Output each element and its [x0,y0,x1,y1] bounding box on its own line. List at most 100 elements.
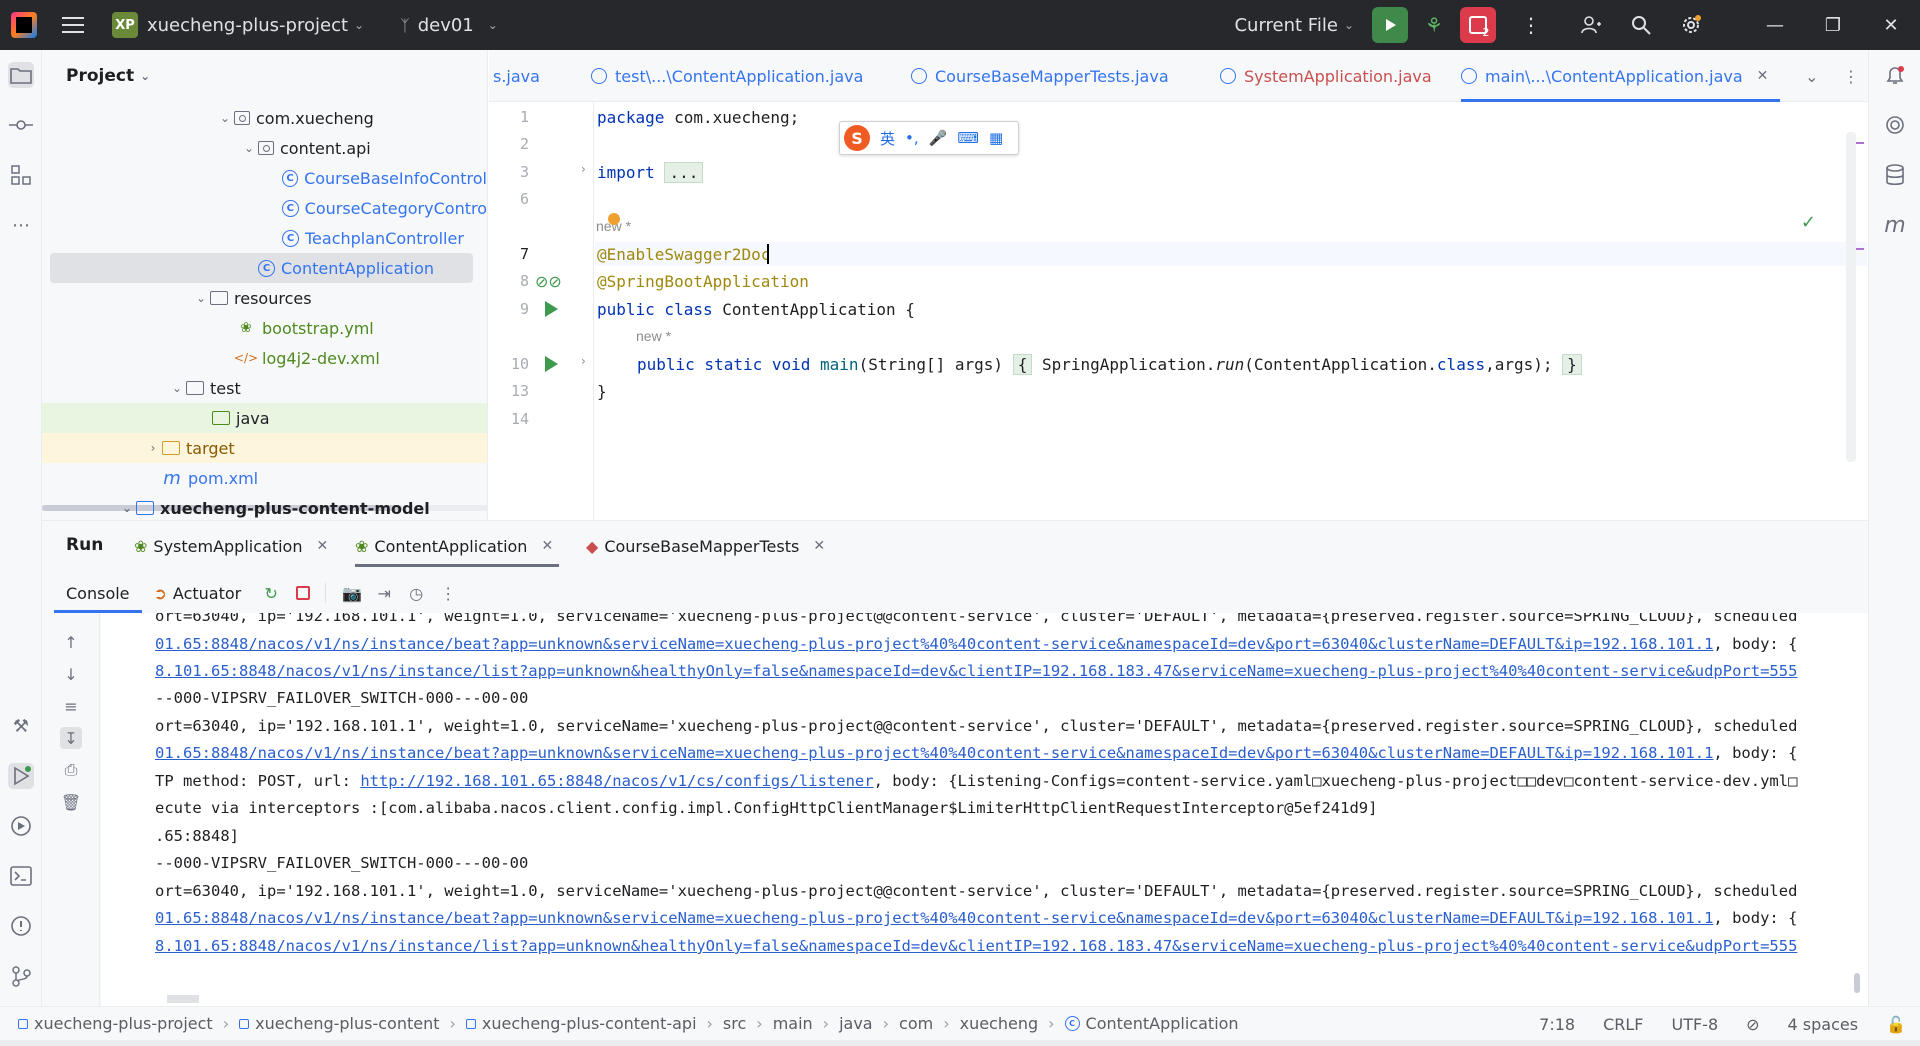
profiler-icon[interactable]: ◷ [402,579,430,607]
more-options-icon[interactable]: ⋮ [434,579,462,607]
expand-arrow-icon[interactable]: ⌄ [118,501,136,515]
close-tab-icon[interactable]: ✕ [541,538,553,554]
exit-icon[interactable]: ⇥ [370,579,398,607]
search-icon[interactable] [1616,0,1666,50]
tree-item-coursebaseinfocontroller[interactable]: C CourseBaseInfoControl [50,163,487,193]
lightbulb-icon[interactable] [608,213,620,225]
console-link[interactable]: 01.65:8848/nacos/v1/ns/instance/beat?app… [155,635,1713,653]
line-separator[interactable]: CRLF [1603,1015,1643,1034]
spring-bean-icon[interactable]: ⊘⊘ [535,272,562,291]
tree-item-log4j2-dev-xml[interactable]: </> log4j2-dev.xml [50,343,487,373]
tree-item-content-model[interactable]: ⌄ xuecheng-plus-content-model [50,493,487,520]
breadcrumb-item[interactable]: src [723,1014,746,1033]
tab-systemapplication[interactable]: SystemApplication.java [1220,50,1432,102]
project-panel-header[interactable]: Project ⌄ [66,66,150,86]
tree-item-bootstrap-yml[interactable]: ❀ bootstrap.yml [50,313,487,343]
run-class-icon[interactable] [545,301,558,317]
console-vertical-scrollbar[interactable] [1854,973,1860,993]
close-tab-icon[interactable]: ✕ [813,538,825,554]
camera-icon[interactable]: 📷 [338,579,366,607]
console-link[interactable]: http://192.168.101.65:8848/nacos/v1/cs/c… [360,772,873,790]
maven-icon[interactable]: m [1882,212,1908,238]
expand-arrow-icon[interactable]: ⌄ [192,291,210,305]
more-actions-icon[interactable]: ⋮ [1506,0,1556,50]
tree-item-content-api[interactable]: ⌄ content.api [50,133,487,163]
tree-item-pom-xml[interactable]: m pom.xml [50,463,487,493]
indent-setting[interactable]: 4 spaces [1788,1015,1859,1034]
breadcrumb-item[interactable]: xuecheng-plus-content [255,1014,439,1033]
ime-punctuation-toggle[interactable]: •, [905,129,919,147]
no-problems-check-icon[interactable]: ✓ [1801,212,1816,233]
stop-button[interactable]: 2 [1460,7,1496,43]
project-selector[interactable]: xuecheng-plus-project ⌄ [138,15,364,36]
tree-item-java[interactable]: java [42,403,487,433]
read-only-lock-icon[interactable]: 🔓 [1886,1015,1906,1034]
close-tab-icon[interactable]: ✕ [1757,68,1769,84]
minimize-button[interactable]: — [1746,0,1804,50]
run-tab-coursebasemappertests[interactable]: ◆ CourseBaseMapperTests ✕ [586,527,825,565]
apps-grid-icon[interactable]: ▦ [989,129,1003,147]
tree-item-com-xuecheng[interactable]: ⌄ com.xuecheng [50,103,487,133]
tab-actuator[interactable]: ➲ Actuator [142,573,254,613]
code-editor[interactable]: 1 2 3 6 7 8 9 10 13 14 › ⊘⊘ › package co… [489,102,1868,520]
close-window-button[interactable]: ✕ [1862,0,1920,50]
database-icon[interactable] [1882,162,1908,188]
ime-toolbar[interactable]: S 英 •, 🎤 ⌨ ▦ [839,121,1019,155]
debug-button[interactable]: ⚘ [1416,7,1452,43]
console-link[interactable]: 01.65:8848/nacos/v1/ns/instance/beat?app… [155,909,1713,927]
rerun-button[interactable] [1372,7,1408,43]
console-link[interactable]: 01.65:8848/nacos/v1/ns/instance/beat?app… [155,744,1713,762]
main-menu-icon[interactable] [62,17,84,33]
inlay-hint[interactable]: new * [636,328,671,344]
expand-arrow-icon[interactable]: ⌄ [216,111,234,125]
print-icon[interactable]: ⎙ [60,759,82,781]
maximize-button[interactable]: ❐ [1804,0,1862,50]
run-tool-icon[interactable] [8,763,34,789]
tab-s-java[interactable]: s.java [493,50,540,102]
soft-wrap-icon[interactable]: ≡ [60,695,82,717]
settings-gear-icon[interactable] [1666,0,1716,50]
breadcrumb-item[interactable]: xuecheng-plus-project [34,1014,213,1033]
services-icon[interactable] [8,813,34,839]
scroll-to-end-icon[interactable]: ↧ [60,727,82,749]
editor-more-icon[interactable]: ⋮ [1843,50,1859,102]
microphone-icon[interactable]: 🎤 [929,129,948,147]
expand-arrow-icon[interactable]: ⌄ [168,381,186,395]
console-horizontal-scrollbar[interactable] [167,995,199,1003]
tab-main-contentapplication[interactable]: main\...\ContentApplication.java ✕ [1461,50,1781,102]
close-tab-icon[interactable]: ✕ [316,538,328,554]
tab-console[interactable]: Console [54,573,142,613]
branch-selector[interactable]: ᛉ dev01 ⌄ [400,15,498,36]
git-icon[interactable] [8,963,34,989]
keyboard-icon[interactable]: ⌨ [957,129,979,147]
stop-icon[interactable] [289,579,317,607]
project-folder-icon[interactable] [8,62,34,88]
breadcrumb-item[interactable]: xuecheng-plus-content-api [482,1014,697,1033]
console-output[interactable]: ort=63040, ip='192.168.101.1', weight=1.… [101,613,1868,1007]
problems-icon[interactable] [8,913,34,939]
fold-brace[interactable]: } [1562,354,1582,375]
project-badge[interactable]: XP [112,12,138,38]
notifications-bell-icon[interactable] [1882,62,1908,88]
scroll-up-icon[interactable]: ↑ [60,631,82,653]
tab-test-contentapplication[interactable]: test\...\ContentApplication.java [591,50,863,102]
tree-item-resources[interactable]: ⌄ resources [50,283,487,313]
ai-assistant-icon[interactable] [1882,112,1908,138]
breadcrumb-item[interactable]: ContentApplication [1086,1014,1239,1033]
console-link[interactable]: 8.101.65:8848/nacos/v1/ns/instance/list?… [155,662,1797,680]
build-hammer-icon[interactable]: ⚒ [8,713,34,739]
tab-coursebasemappertests[interactable]: CourseBaseMapperTests.java [911,50,1169,102]
run-tab-contentapplication[interactable]: ❀ ContentApplication ✕ [355,527,560,567]
expand-arrow-icon[interactable]: › [144,441,162,455]
tree-item-test[interactable]: ⌄ test [50,373,487,403]
run-tab-systemapplication[interactable]: ❀ SystemApplication ✕ [134,527,328,565]
cursor-position[interactable]: 7:18 [1539,1015,1575,1034]
fold-arrow-icon[interactable]: › [581,162,586,176]
breadcrumb-item[interactable]: xuecheng [960,1014,1039,1033]
rerun-icon[interactable]: ↻ [257,579,285,607]
commit-icon[interactable] [8,112,34,138]
tree-item-coursecategorycontroller[interactable]: C CourseCategoryContro [50,193,487,223]
run-main-icon[interactable] [545,356,558,372]
inspection-off-icon[interactable]: ⊘ [1746,1015,1759,1034]
expand-arrow-icon[interactable]: ⌄ [240,141,258,155]
